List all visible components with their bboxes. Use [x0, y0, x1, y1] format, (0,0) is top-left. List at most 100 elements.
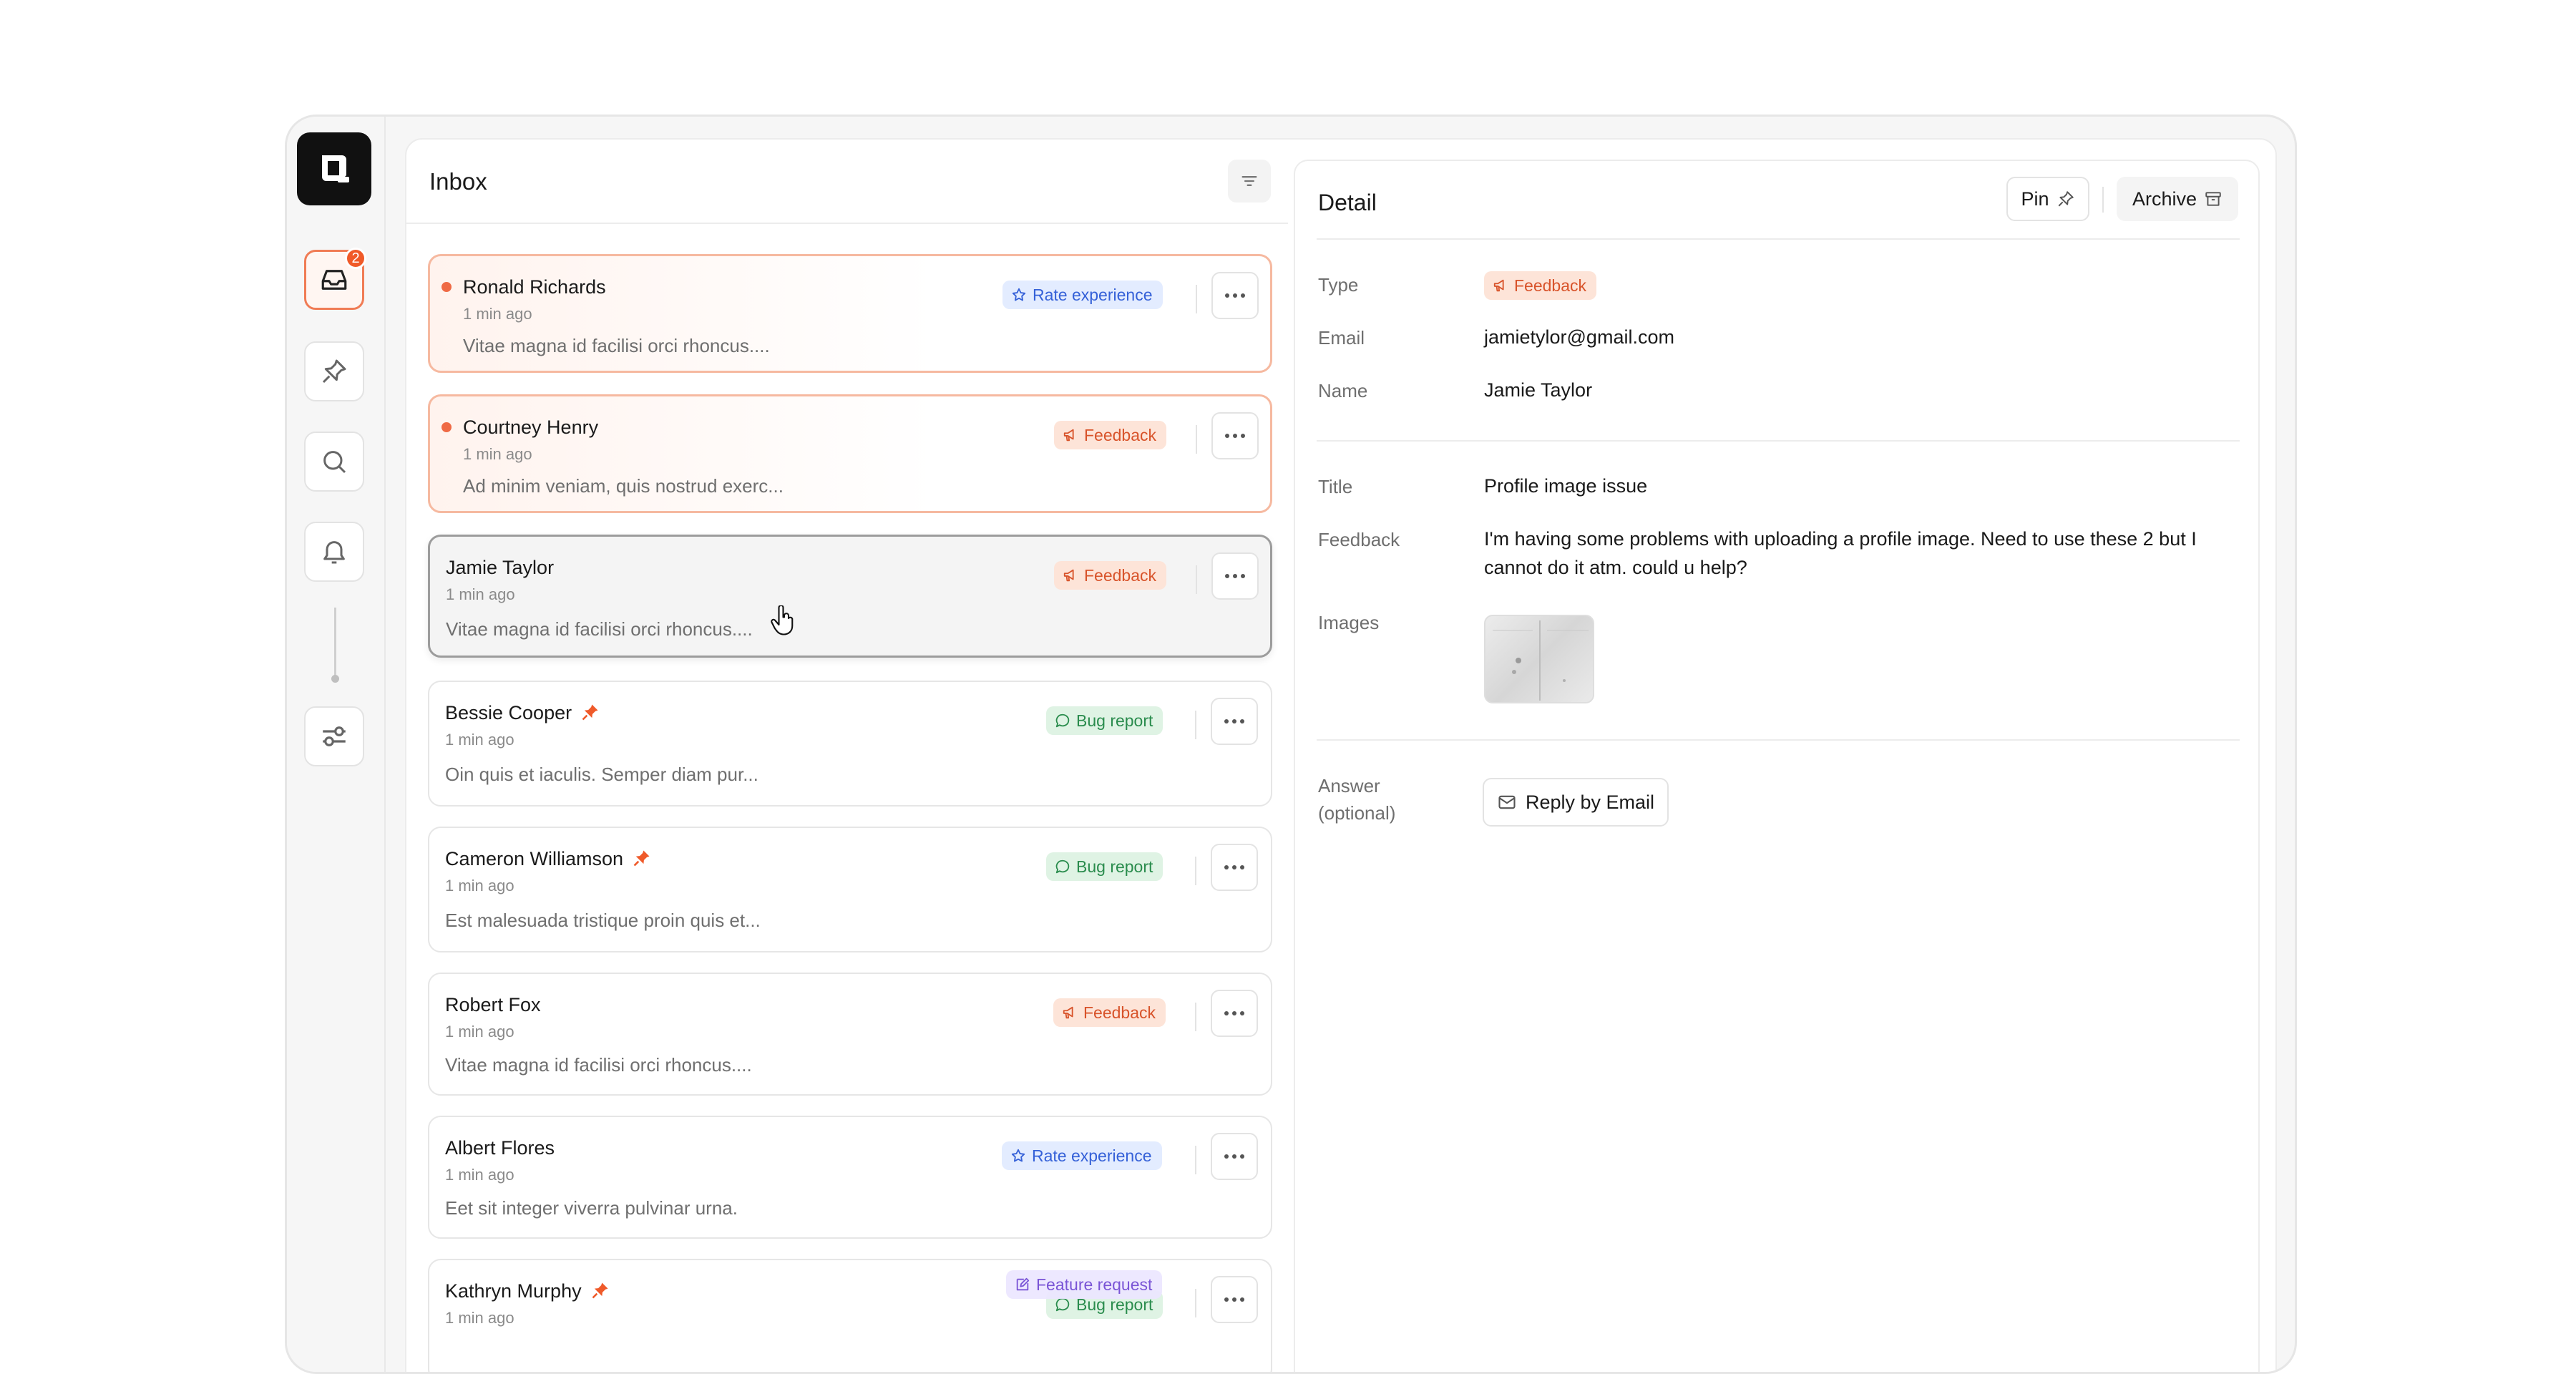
archive-button[interactable]: Archive	[2117, 177, 2238, 221]
message-preview: Est malesuada tristique proin quis et...	[445, 910, 761, 931]
megaphone-icon	[1493, 279, 1504, 292]
tag-label: Bug report	[1076, 857, 1153, 876]
archive-button-label: Archive	[2132, 187, 2197, 210]
tag-label: Bug report	[1076, 711, 1153, 730]
tag-label: Rate experience	[1032, 1146, 1152, 1165]
card-divider	[1195, 711, 1196, 739]
message-preview: Vitae magna id facilisi orci rhoncus....	[445, 1054, 752, 1076]
more-button[interactable]	[1211, 1133, 1258, 1180]
chat-bubble-icon	[1055, 859, 1070, 874]
unread-dot	[441, 422, 452, 432]
inbox-icon	[321, 270, 347, 290]
card-divider	[1196, 565, 1197, 594]
type-label: Type	[1318, 274, 1359, 296]
list-item[interactable]: Albert Flores 1 min ago Eet sit integer …	[428, 1116, 1272, 1239]
timestamp: 1 min ago	[445, 1166, 514, 1184]
pin-button-label: Pin	[2021, 187, 2049, 210]
chat-bubble-icon	[1055, 1297, 1070, 1312]
reply-by-email-button[interactable]: Reply by Email	[1483, 778, 1669, 827]
filter-button[interactable]	[1228, 160, 1271, 203]
pin-button[interactable]: Pin	[2006, 177, 2089, 221]
more-button[interactable]	[1211, 272, 1259, 319]
main-panel: Inbox Ronald Richards 1 min ago Vitae ma…	[405, 138, 2277, 1372]
chat-bubble-icon	[1055, 713, 1070, 728]
pinned-icon	[592, 1282, 608, 1299]
tag-rate-experience: Rate experience	[1002, 1141, 1162, 1170]
toolbar-divider	[2102, 187, 2104, 213]
list-item[interactable]: Robert Fox 1 min ago Vitae magna id faci…	[428, 973, 1272, 1096]
message-preview: Ad minim veniam, quis nostrud exerc...	[463, 475, 784, 497]
sidebar-item-search[interactable]	[304, 432, 364, 492]
bell-icon	[323, 541, 345, 564]
sender-name-text: Kathryn Murphy	[445, 1280, 582, 1302]
more-button[interactable]	[1211, 552, 1259, 600]
title-label: Title	[1318, 476, 1353, 497]
sidebar-divider	[334, 608, 336, 679]
tag-label: Feedback	[1083, 1003, 1156, 1022]
tag-label: Rate experience	[1033, 285, 1153, 304]
sidebar: 2	[287, 117, 386, 1372]
card-divider	[1195, 1289, 1196, 1317]
more-button[interactable]	[1211, 990, 1258, 1037]
list-item[interactable]: Cameron Williamson 1 min ago Est malesua…	[428, 827, 1272, 952]
list-item[interactable]: Ronald Richards 1 min ago Vitae magna id…	[428, 254, 1272, 373]
sender-name: Robert Fox	[445, 994, 541, 1015]
star-icon	[1011, 1149, 1025, 1162]
star-icon	[1012, 288, 1026, 301]
app-logo[interactable]	[297, 132, 371, 205]
sidebar-divider-dot	[331, 675, 339, 683]
archive-icon	[2205, 192, 2221, 206]
tag-feedback: Feedback	[1053, 998, 1166, 1027]
answer-label: Answer (optional)	[1318, 772, 1395, 827]
detail-panel: Detail Pin Archive Type Feedback Email j…	[1294, 160, 2260, 1372]
sidebar-item-inbox[interactable]: 2	[304, 248, 366, 310]
mail-icon	[1498, 795, 1516, 809]
sender-name: Courtney Henry	[463, 416, 599, 438]
reply-button-label: Reply by Email	[1525, 791, 1655, 813]
message-preview: Vitae magna id facilisi orci rhoncus....	[463, 335, 770, 356]
more-icon	[1224, 719, 1244, 723]
app-window: 2 Inbox Ronald Richards 1 min ago Vitae …	[285, 114, 2297, 1374]
tag-feedback: Feedback	[1054, 561, 1167, 590]
type-tag: Feedback	[1484, 271, 1597, 300]
timestamp: 1 min ago	[445, 1023, 514, 1041]
timestamp: 1 min ago	[445, 1309, 514, 1327]
list-item-selected[interactable]: Jamie Taylor 1 min ago Vitae magna id fa…	[428, 535, 1272, 658]
card-divider	[1195, 857, 1196, 885]
email-label: Email	[1318, 327, 1365, 349]
pointer-cursor-icon	[771, 605, 794, 635]
edit-square-icon	[1016, 1277, 1030, 1291]
sender-name: Cameron Williamson	[445, 848, 652, 870]
sender-name: Jamie Taylor	[446, 557, 555, 578]
pinned-icon	[582, 704, 598, 721]
list-item[interactable]: Kathryn Murphy 1 min ago Bug report Feat…	[428, 1259, 1272, 1372]
timestamp: 1 min ago	[446, 585, 515, 603]
tag-rate-experience: Rate experience	[1002, 281, 1163, 309]
sidebar-item-notifications[interactable]	[304, 522, 364, 582]
message-preview: Vitae magna id facilisi orci rhoncus....	[446, 618, 753, 640]
list-item[interactable]: Courtney Henry 1 min ago Ad minim veniam…	[428, 394, 1272, 513]
more-button[interactable]	[1211, 844, 1258, 891]
more-button[interactable]	[1211, 412, 1259, 459]
feedback-value: I'm having some problems with uploading …	[1484, 528, 2197, 578]
timestamp: 1 min ago	[445, 731, 514, 749]
megaphone-icon	[1063, 569, 1074, 582]
sender-name: Ronald Richards	[463, 276, 606, 298]
feedback-label: Feedback	[1318, 529, 1400, 550]
unread-dot	[441, 282, 452, 292]
message-preview: Eet sit integer viverra pulvinar urna.	[445, 1197, 738, 1219]
pin-icon	[322, 359, 346, 384]
inbox-title: Inbox	[429, 168, 487, 195]
pin-icon	[2058, 191, 2074, 207]
more-icon	[1224, 1297, 1244, 1302]
more-button[interactable]	[1211, 698, 1258, 745]
name-label: Name	[1318, 380, 1368, 401]
email-value: jamietylor@gmail.com	[1484, 326, 1674, 348]
megaphone-icon	[1063, 1006, 1073, 1019]
sidebar-item-settings[interactable]	[304, 706, 364, 766]
more-button[interactable]	[1211, 1276, 1258, 1323]
image-thumbnail[interactable]	[1484, 615, 1594, 703]
sidebar-item-pinned[interactable]	[304, 341, 364, 401]
list-item[interactable]: Bessie Cooper 1 min ago Oin quis et iacu…	[428, 681, 1272, 807]
inbox-badge: 2	[345, 248, 366, 269]
